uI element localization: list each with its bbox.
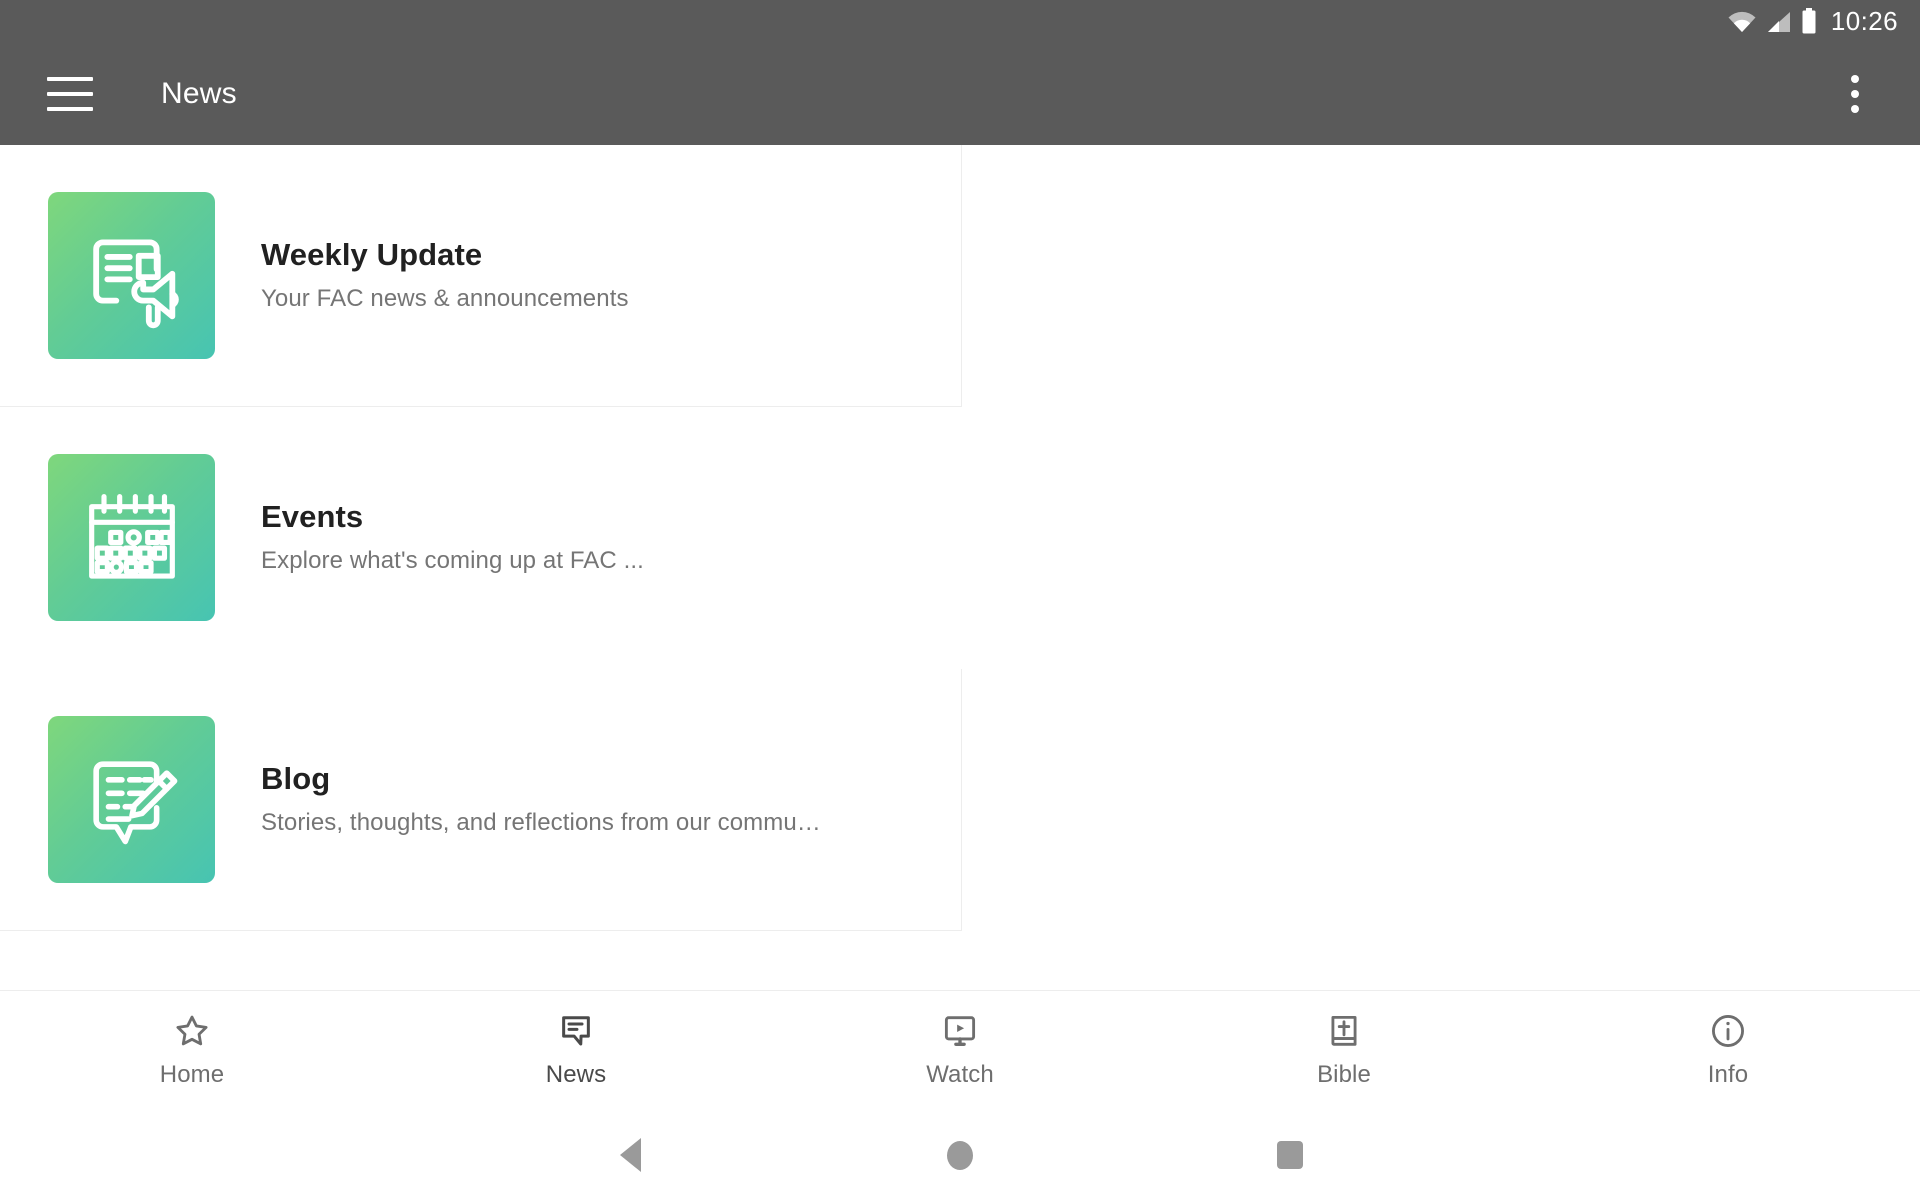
- news-item-text: Weekly Update Your FAC news & announceme…: [261, 236, 659, 314]
- news-item-text: Events Explore what's coming up at FAC .…: [261, 498, 674, 576]
- nav-tab-label: Bible: [1317, 1061, 1371, 1088]
- news-item-text: Blog Stories, thoughts, and reflections …: [261, 760, 851, 838]
- info-circle-icon: [1712, 1015, 1744, 1047]
- news-item-subtitle: Your FAC news & announcements: [261, 284, 629, 312]
- calendar-icon: [88, 493, 175, 579]
- hamburger-menu-icon[interactable]: [47, 76, 93, 111]
- page-title: News: [161, 76, 237, 110]
- news-content-area: Weekly Update Your FAC news & announceme…: [0, 145, 1920, 990]
- nav-tab-home[interactable]: Home: [0, 991, 384, 1110]
- news-item-title: Weekly Update: [261, 236, 483, 272]
- wifi-icon: [1728, 11, 1756, 32]
- system-back-button[interactable]: [465, 1138, 795, 1172]
- news-item-blog[interactable]: Blog Stories, thoughts, and reflections …: [0, 669, 962, 931]
- news-item-weekly-update[interactable]: Weekly Update Your FAC news & announceme…: [0, 145, 962, 407]
- news-item-title: Events: [261, 498, 364, 534]
- news-item-title: Blog: [261, 760, 331, 796]
- note-pencil-icon: [92, 760, 177, 844]
- battery-icon: [1802, 8, 1816, 34]
- tile-weekly-update: [48, 192, 215, 359]
- news-item-subtitle: Stories, thoughts, and reflections from …: [261, 808, 821, 836]
- system-home-button[interactable]: [795, 1140, 1125, 1170]
- recents-square-icon: [1277, 1141, 1303, 1169]
- overflow-menu-icon[interactable]: [1838, 70, 1872, 118]
- tile-blog: [48, 716, 215, 883]
- nav-tab-label: Home: [159, 1061, 225, 1088]
- back-triangle-icon: [619, 1138, 641, 1172]
- nav-tab-bible[interactable]: Bible: [1152, 991, 1536, 1110]
- nav-tab-info[interactable]: Info: [1536, 991, 1920, 1110]
- nav-tab-news[interactable]: News: [384, 991, 768, 1110]
- speech-bubble-icon: [562, 1016, 590, 1046]
- news-item-subtitle: Explore what's coming up at FAC ...: [261, 546, 644, 574]
- status-icon-group: [1727, 8, 1817, 34]
- bottom-navigation-bar: Home News Watch Bible Info: [0, 990, 1920, 1110]
- status-bar-clock: 10:26: [1830, 5, 1898, 36]
- nav-tab-label: Watch: [926, 1061, 994, 1088]
- newspaper-megaphone-icon: [92, 238, 179, 328]
- nav-tab-label: Info: [1707, 1061, 1749, 1088]
- app-bar: News: [0, 42, 1920, 145]
- nav-tab-label: News: [545, 1061, 607, 1088]
- cellular-signal-icon: [1767, 12, 1790, 32]
- monitor-play-icon: [944, 1016, 976, 1046]
- status-bar: 10:26: [0, 0, 1920, 42]
- star-outline-icon: [176, 1015, 208, 1046]
- nav-tab-watch[interactable]: Watch: [768, 991, 1152, 1110]
- home-circle-icon: [947, 1140, 973, 1170]
- system-recents-button[interactable]: [1125, 1141, 1455, 1169]
- news-item-events[interactable]: Events Explore what's coming up at FAC .…: [0, 407, 962, 669]
- tile-events: [48, 454, 215, 621]
- book-cross-icon: [1331, 1015, 1357, 1046]
- android-system-navigation-bar: [0, 1110, 1920, 1200]
